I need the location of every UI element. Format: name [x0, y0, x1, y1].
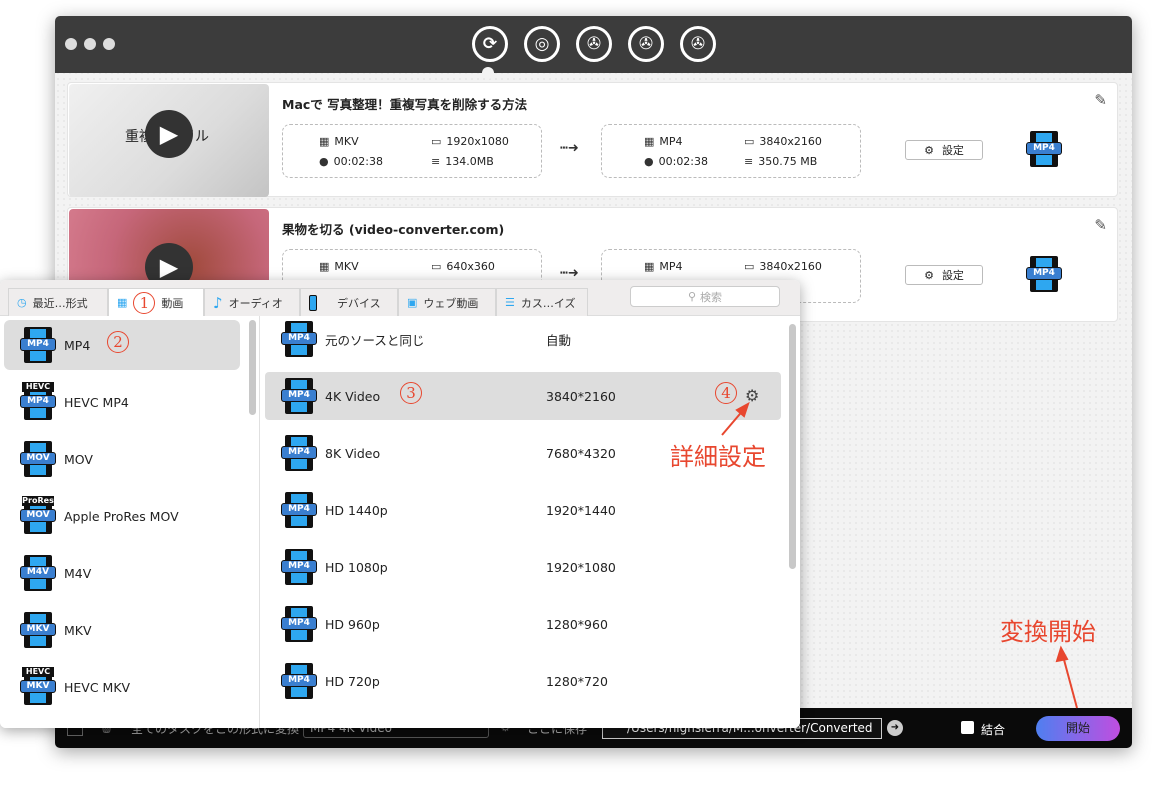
annotation-arrows: [721, 401, 1078, 709]
